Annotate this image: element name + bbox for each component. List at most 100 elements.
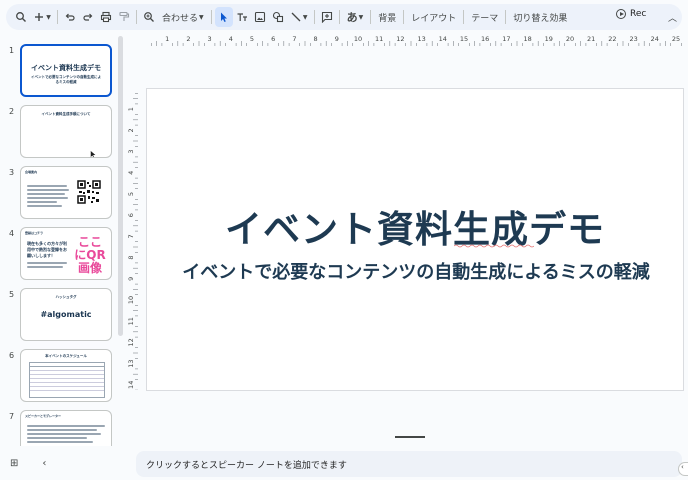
comment-add-icon [321, 11, 332, 23]
ruler-label: 8 [314, 35, 318, 43]
ruler-label: 22 [608, 35, 616, 43]
filmstrip-slide[interactable]: 5 ハッシュタグ #algomatic [0, 288, 126, 344]
ruler-label: 3 [208, 35, 212, 43]
line-button[interactable]: ▼ [287, 7, 311, 27]
thumb-pink-qr-placeholder: ここにQR画像 [74, 235, 106, 275]
text-box-button[interactable] [233, 7, 251, 27]
background-button[interactable]: 背景 [374, 7, 400, 27]
ruler-label: 20 [566, 35, 574, 43]
transition-button[interactable]: 切り替え効果 [509, 7, 571, 27]
side-panel-toggle[interactable]: ‹ [678, 462, 688, 476]
toolbar-divider [57, 10, 58, 24]
ruler-label: 12 [396, 35, 404, 43]
filmstrip-slide[interactable]: 3 会場案内 [0, 166, 126, 222]
toolbar-divider [136, 10, 137, 24]
ruler-label: 7 [127, 234, 135, 238]
collapse-toolbar-button[interactable]: ︿ [668, 11, 677, 24]
thumb-title: 本イベントのスケジュール [45, 354, 87, 358]
filmstrip: 1 イベント資料生成デモ イベントで必要なコンテンツの自動生成によるミスの軽減 … [0, 36, 126, 446]
toolbar: ▼ 合わせる ▼ ▼ あ ▼ 背景 レイアウト テーマ 切り替え効果 Rec ︿ [6, 4, 682, 30]
thumb-body: 現在も多くの方々が利用中で熱烈な登録をお願いしします！ [27, 241, 67, 258]
play-circle-icon [616, 9, 626, 19]
search-icon [16, 12, 26, 22]
zoom-select[interactable]: 合わせる ▼ [158, 7, 208, 27]
slide-thumbnail[interactable]: イベント資料生成デモ イベントで必要なコンテンツの自動生成によるミスの軽減 [20, 44, 112, 97]
ruler-label: 12 [127, 338, 135, 346]
slide-subtitle[interactable]: イベントで必要なコンテンツの自動生成によるミスの軽減 [167, 261, 665, 284]
ruler-label: 3 [127, 150, 135, 154]
redo-button[interactable] [79, 7, 97, 27]
add-comment-button[interactable] [318, 7, 336, 27]
ruler-label: 2 [127, 128, 135, 132]
shapes-icon [272, 11, 283, 23]
slide-thumbnail[interactable]: 登録はコチラ 現在も多くの方々が利用中で熱烈な登録をお願いしします！ ここにQR… [20, 227, 112, 280]
thumb-body-lines [27, 260, 69, 270]
search-menus-button[interactable] [12, 7, 30, 27]
slide-number: 7 [9, 412, 15, 421]
layout-button[interactable]: レイアウト [407, 7, 460, 27]
ruler-label: 21 [587, 35, 595, 43]
slide-thumbnail[interactable]: ハッシュタグ #algomatic [20, 288, 112, 341]
spellcheck-underline [454, 244, 534, 248]
horizontal-ruler: 1 2 3 4 5 6 7 8 9 10 11 12 13 14 15 16 17 18 19 20 21 22 23 24 2… [151, 35, 682, 46]
ruler-label: 24 [651, 35, 659, 43]
ruler-label: 2 [186, 35, 190, 43]
record-button[interactable]: Rec [616, 9, 646, 19]
thumb-title: イベント資料生成手順について [41, 112, 91, 116]
theme-button[interactable]: テーマ [467, 7, 502, 27]
ruler-label: 25 [672, 35, 680, 43]
slide-thumbnail[interactable]: 会場案内 [20, 166, 112, 219]
toolbar-divider [338, 10, 340, 24]
undo-icon [65, 13, 75, 21]
grid-view-button[interactable]: ⊞ [10, 458, 18, 469]
paint-format-button[interactable] [115, 7, 133, 27]
notes-resize-handle[interactable] [395, 436, 425, 438]
thumb-body-lines [27, 183, 71, 209]
insert-image-button[interactable] [251, 7, 269, 27]
slide-number: 4 [9, 229, 15, 238]
input-tools-button[interactable]: あ ▼ [343, 7, 368, 27]
ruler-label: 13 [417, 35, 425, 43]
ruler-label: 9 [335, 35, 339, 43]
slide-thumbnail[interactable]: 本イベントのスケジュール [20, 349, 112, 402]
toolbar-divider [370, 10, 372, 24]
thumb-table [29, 362, 105, 398]
slide-thumbnail[interactable]: スピーカーとモデレーター [20, 410, 112, 446]
layout-label: レイアウト [411, 13, 457, 24]
undo-button[interactable] [61, 7, 79, 27]
ruler-label: 11 [375, 35, 383, 43]
speaker-notes-placeholder: クリックするとスピーカー ノートを追加できます [146, 461, 347, 471]
print-button[interactable] [97, 7, 115, 27]
select-tool-button[interactable] [214, 7, 233, 27]
slide-number: 3 [9, 168, 15, 177]
thumb-title: スピーカーとモデレーター [25, 414, 62, 418]
ruler-label: 6 [127, 213, 135, 217]
thumb-subtitle: イベントで必要なコンテンツの自動生成によるミスの軽減 [31, 75, 101, 84]
filmstrip-footer: ⊞ ‹ [10, 458, 46, 469]
filmstrip-slide[interactable]: 1 イベント資料生成デモ イベントで必要なコンテンツの自動生成によるミスの軽減 [0, 44, 126, 100]
slide-title[interactable]: イベント資料生成デモ [147, 199, 683, 253]
filmstrip-slide[interactable]: 6 本イベントのスケジュール [0, 349, 126, 405]
slide-canvas[interactable]: イベント資料生成デモ イベントで必要なコンテンツの自動生成によるミスの軽減 [146, 88, 684, 391]
filmstrip-scrollbar[interactable] [118, 36, 123, 336]
thumb-body-lines [27, 423, 107, 445]
ruler-label: 1 [165, 35, 169, 43]
filmstrip-slide[interactable]: 7 スピーカーとモデレーター [0, 410, 126, 446]
new-slide-button[interactable]: ▼ [30, 7, 54, 27]
chevron-down-icon: ▼ [358, 13, 364, 21]
line-icon [291, 12, 301, 22]
plus-icon [35, 13, 44, 21]
toolbar-divider [463, 10, 465, 24]
zoom-label: 合わせる [162, 13, 199, 24]
zoom-button[interactable] [140, 7, 158, 27]
filmstrip-slide[interactable]: 4 登録はコチラ 現在も多くの方々が利用中で熱烈な登録をお願いしします！ ここに… [0, 227, 126, 283]
ruler-label: 10 [127, 296, 135, 304]
thumb-title: イベント資料生成デモ [31, 64, 101, 72]
filmstrip-slide[interactable]: 2 イベント資料生成手順について [0, 105, 126, 161]
slide-thumbnail[interactable]: イベント資料生成手順について [20, 105, 112, 158]
shape-button[interactable] [269, 7, 287, 27]
ruler-label: 17 [502, 35, 510, 43]
collapse-filmstrip-button[interactable]: ‹ [42, 458, 46, 469]
speaker-notes[interactable]: クリックするとスピーカー ノートを追加できます [136, 451, 682, 477]
theme-label: テーマ [471, 13, 499, 24]
